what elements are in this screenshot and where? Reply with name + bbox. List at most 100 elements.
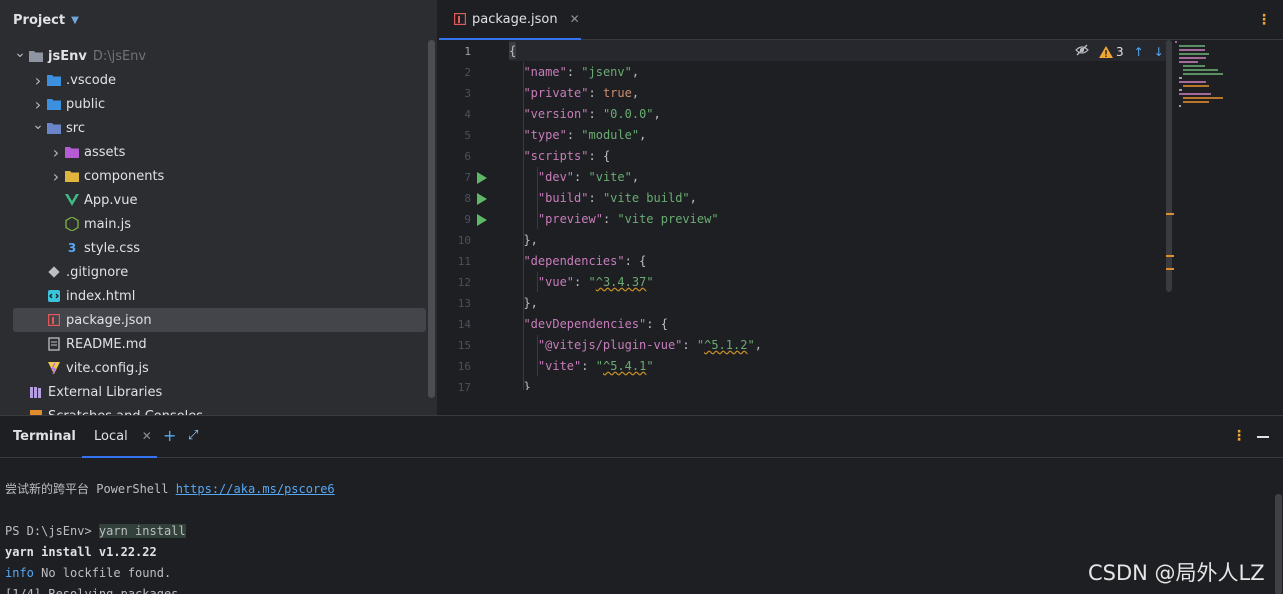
tree-item-label: components	[84, 168, 165, 184]
terminal-command: yarn install	[98, 524, 186, 538]
vite-icon	[46, 360, 62, 376]
tab-local[interactable]: Local ✕	[82, 416, 157, 458]
tree-item[interactable]: vite.config.js	[30, 356, 149, 380]
warning-marker[interactable]	[1166, 255, 1174, 257]
npm-icon	[46, 312, 62, 328]
code-line: "type": "module",	[523, 128, 647, 142]
line-number: 8	[464, 192, 471, 205]
tree-item[interactable]: index.html	[30, 284, 135, 308]
tree-item[interactable]: package.json	[13, 308, 426, 332]
close-icon[interactable]: ✕	[570, 12, 580, 26]
more-actions-icon[interactable]: ⋮	[1232, 428, 1246, 444]
tree-item[interactable]: App.vue	[48, 188, 137, 212]
minimap-line	[1183, 85, 1209, 87]
code-line: "private": true,	[523, 86, 640, 100]
chevron-down-icon[interactable]: ⌄	[12, 45, 28, 61]
tree-item[interactable]: › assets	[48, 140, 126, 164]
tree-item[interactable]: › .vscode	[30, 68, 116, 92]
minimap-line	[1179, 49, 1205, 51]
markdown-icon	[46, 336, 62, 352]
minimap-line	[1179, 45, 1205, 47]
minimap-line	[1183, 101, 1209, 103]
info-tag: info	[5, 566, 34, 580]
terminal-title: Terminal	[13, 429, 76, 444]
tree-item[interactable]: ⌄ src	[30, 116, 85, 140]
path-hint: D:\jsEnv	[92, 48, 147, 64]
line-number: 16	[457, 360, 471, 373]
run-script-icon[interactable]	[477, 214, 487, 226]
web-folder-icon	[46, 96, 62, 112]
code-line: "@vitejs/plugin-vue": "^5.1.2",	[537, 338, 762, 352]
project-panel: Project ▼ ⌄ jsEnv D:\jsEnv › .vscode › public ⌄…	[0, 0, 438, 424]
more-actions-icon[interactable]: ⋮	[1257, 12, 1271, 28]
chevron-right-icon[interactable]: ›	[48, 167, 64, 186]
folder-icon	[64, 168, 80, 184]
vscode-folder-icon	[46, 72, 62, 88]
tree-item-label: App.vue	[84, 192, 138, 208]
line-number: 9	[464, 213, 471, 226]
chevron-right-icon[interactable]: ›	[30, 95, 46, 114]
project-scrollbar[interactable]	[428, 40, 435, 398]
code-line: "dev": "vite",	[537, 170, 640, 184]
tree-item-label: .gitignore	[66, 264, 129, 280]
line-number: 12	[457, 276, 471, 289]
minimap-line	[1179, 57, 1207, 59]
chevron-right-icon[interactable]: ›	[48, 143, 64, 162]
tree-item-label: assets	[84, 144, 126, 160]
tree-item[interactable]: .gitignore	[30, 260, 128, 284]
inspection-widget: 3 ↑ ↓	[1075, 44, 1164, 59]
run-script-icon[interactable]	[477, 193, 487, 205]
minimap-line	[1179, 89, 1183, 91]
minimize-icon[interactable]	[1257, 436, 1269, 438]
tab-package-json[interactable]: package.json ✕	[439, 0, 581, 40]
close-icon[interactable]: ✕	[142, 429, 152, 443]
minimap-line	[1183, 73, 1223, 75]
terminal-tab-label: Local	[94, 428, 128, 444]
warning-count: 3	[1116, 44, 1124, 59]
tree-item[interactable]: ⌄ jsEnv D:\jsEnv	[12, 44, 146, 68]
tree-item[interactable]: External Libraries	[12, 380, 162, 404]
line-number: 3	[464, 87, 471, 100]
project-header[interactable]: Project ▼	[0, 0, 438, 40]
vue-icon	[64, 192, 80, 208]
warning-indicator[interactable]: 3	[1099, 45, 1124, 59]
terminal-scrollbar[interactable]	[1275, 494, 1282, 594]
tree-item-label: main.js	[84, 216, 131, 232]
chevron-down-icon[interactable]: ▼	[71, 15, 79, 26]
arrow-down-icon[interactable]: ↓	[1154, 45, 1164, 59]
source-folder-icon	[46, 120, 62, 136]
add-tab-icon[interactable]: +	[163, 426, 176, 445]
chevron-right-icon[interactable]: ›	[30, 71, 46, 90]
code-line: "version": "0.0.0",	[523, 107, 661, 121]
eye-off-icon[interactable]	[1075, 44, 1089, 59]
minimap-line	[1183, 69, 1219, 71]
pscore-link[interactable]: https://aka.ms/pscore6	[176, 482, 335, 496]
tree-item[interactable]: › components	[48, 164, 165, 188]
tree-item-label: style.css	[84, 240, 140, 256]
terminal-line: PS D:\jsEnv> yarn install	[5, 521, 186, 542]
run-script-icon[interactable]	[477, 172, 487, 184]
code-line: "vite": "^5.4.1"	[537, 359, 654, 373]
terminal-line: info No lockfile found.	[5, 563, 171, 584]
tab-label: package.json	[472, 11, 558, 27]
libraries-icon	[28, 384, 44, 400]
warning-marker[interactable]	[1166, 268, 1174, 270]
warning-marker[interactable]	[1166, 213, 1174, 215]
html-icon	[46, 288, 62, 304]
editor-horizontal-scroll	[439, 392, 1283, 415]
chevron-down-icon[interactable]: ⌄	[30, 117, 46, 133]
css-icon: 3	[67, 241, 77, 255]
arrow-up-icon[interactable]: ↑	[1134, 45, 1144, 59]
minimap[interactable]	[1175, 41, 1283, 111]
expand-icon[interactable]: ⤢	[188, 428, 198, 443]
resource-folder-icon	[64, 144, 80, 160]
line-number: 5	[464, 129, 471, 142]
tree-item[interactable]: 3 style.css	[48, 236, 140, 260]
line-number: 6	[464, 150, 471, 163]
minimap-line	[1183, 97, 1223, 99]
tree-item[interactable]: › public	[30, 92, 105, 116]
tree-item[interactable]: main.js	[48, 212, 131, 236]
code-area[interactable]: { "name": "jsenv", "private": true, "ver…	[509, 40, 1169, 390]
tree-item[interactable]: README.md	[30, 332, 147, 356]
line-number: 4	[464, 108, 471, 121]
